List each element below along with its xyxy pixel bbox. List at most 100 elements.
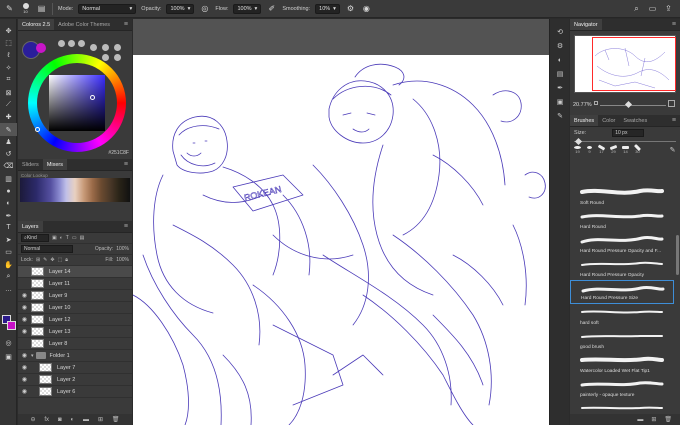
adjustments-icon[interactable]: ◐ [550,53,570,67]
fill-value[interactable]: 100% [116,257,129,263]
link-icon[interactable]: ⊖ [30,416,35,423]
mini-control-icon[interactable] [58,40,65,47]
mini-control-icon[interactable] [114,44,121,51]
eraser-tool-icon[interactable]: ⌫ [0,160,17,172]
move-tool-icon[interactable]: ✥ [0,25,17,37]
tab-sliders[interactable]: Sliders [18,159,43,170]
brush-settings-icon[interactable]: ✎ [668,146,677,154]
panel-menu-icon[interactable]: ≡ [120,159,132,170]
pressure-opacity-icon[interactable]: ◎ [199,3,210,14]
trash-icon[interactable]: 🗑︎ [112,416,120,423]
trash-icon[interactable]: 🗑︎ [664,416,672,423]
brush-preset-row[interactable]: Hard Round Pressure Opacity [570,256,674,280]
shape-tool-icon[interactable]: ▭ [0,246,17,258]
mini-control-icon[interactable] [102,54,109,61]
adjustment-icon[interactable]: ◐ [71,417,75,423]
layer-row[interactable]: Layer 11 [18,278,132,290]
preset-brush[interactable]: 19 [573,146,582,154]
pen-tool-icon[interactable]: ✒ [0,209,17,221]
eye-icon[interactable]: ◉ [18,376,31,383]
layer-row[interactable]: ◉ Layer 2 [18,374,132,386]
layer-row[interactable]: ◉ Layer 12 [18,314,132,326]
layer-group-row[interactable]: ◉ ▾ Folder 1 [18,350,132,362]
gear-icon[interactable]: ⚙ [345,3,356,14]
brush-list-scrollbar[interactable] [676,235,679,275]
navigator-zoom-value[interactable]: 20.77% [573,102,592,108]
brush-preset-row[interactable]: painterly - opaque texture [570,376,674,400]
history-brush-icon[interactable]: ↺ [0,148,17,160]
stamp-tool-icon[interactable]: ♟ [0,136,17,148]
healing-tool-icon[interactable]: ✚ [0,111,17,123]
brush-preset-row[interactable]: Hard Round Pressure Size [570,280,674,304]
canvas-area[interactable]: ROKEAN [133,19,549,425]
hue-handle[interactable] [35,127,40,132]
tab-swatches[interactable]: Swatches [619,115,651,126]
history-icon[interactable]: ⟲ [550,25,570,39]
path-select-icon[interactable]: ➤ [0,234,17,246]
panel-menu-icon[interactable]: ≡ [120,221,132,232]
size-field[interactable]: 10 px [612,129,645,137]
mini-control-icon[interactable] [114,54,121,61]
layer-row[interactable]: ◉ Layer 6 [18,386,132,398]
brush-preset-row[interactable]: good brush [570,328,674,352]
filter-smart-icon[interactable]: ▤ [80,235,85,241]
lock-paint-icon[interactable]: ✎ [43,257,47,263]
paths-icon[interactable]: ✒ [550,81,570,95]
document-canvas[interactable]: ROKEAN [133,55,549,425]
quick-mask-icon[interactable]: ◎ [0,337,17,349]
filter-adjust-icon[interactable]: ◐ [60,235,63,241]
zoom-tool-icon[interactable]: ⌕ [0,271,17,283]
gradient-tool-icon[interactable]: ▥ [0,173,17,185]
brush-tool-icon[interactable]: ✎ [4,3,15,14]
layer-row[interactable]: ◉ Layer 7 [18,362,132,374]
screen-mode-icon[interactable]: ▣ [0,351,17,363]
filter-pixel-icon[interactable]: ▣ [52,235,57,241]
brush-size-icon[interactable]: 10 [20,3,31,14]
chevron-down-icon[interactable]: ▾ [31,353,34,359]
eye-icon[interactable]: ◉ [18,292,31,299]
preset-brush[interactable]: 17 [597,144,606,154]
mode-select[interactable]: Normal ▾ [78,3,137,14]
tab-color[interactable]: Color [598,115,619,126]
tab-adobe-color-themes[interactable]: Adobe Color Themes [54,19,114,30]
tab-brushes[interactable]: Brushes [570,115,599,126]
mini-control-icon[interactable] [102,44,109,51]
new-layer-icon[interactable]: ⊞ [98,416,103,423]
pressure-size-icon[interactable]: ◉ [361,3,372,14]
eye-icon[interactable]: ◉ [18,364,31,371]
blend-mode-select[interactable]: Normal [21,245,73,253]
marquee-tool-icon[interactable]: ⬚ [0,37,17,49]
lock-pixels-icon[interactable]: ⊞ [36,257,40,263]
hand-tool-icon[interactable]: ✋ [0,259,17,271]
layer-row[interactable]: Layer 8 [18,338,132,350]
quick-select-tool-icon[interactable]: ✧ [0,62,17,74]
tab-mixers[interactable]: Mixers [42,159,68,170]
properties-icon[interactable]: ⚙ [550,39,570,53]
layer-row[interactable]: ◉ Layer 13 [18,326,132,338]
more-tools-icon[interactable]: … [0,283,17,295]
opacity-field[interactable]: 100% ▾ [166,3,195,14]
mask-icon[interactable]: ◙ [58,417,62,423]
preset-brush[interactable]: 9 [585,146,594,154]
channels-icon[interactable]: ▣ [550,95,570,109]
mini-control-icon[interactable] [68,40,75,47]
filter-type-icon[interactable]: T [66,235,69,241]
brush-tool-icon[interactable]: ✎ [0,123,17,136]
layer-row[interactable]: Layer 14 [18,266,132,278]
mini-control-icon[interactable] [78,40,85,47]
zoom-out-icon[interactable] [594,101,598,105]
filter-shape-icon[interactable]: ▭ [72,235,77,241]
lock-move-icon[interactable]: ✥ [50,257,54,263]
navigator-view-box[interactable] [592,37,676,91]
saturation-value-square[interactable] [49,75,105,131]
zoom-slider-handle[interactable] [624,100,633,109]
eye-icon[interactable]: ◉ [18,352,31,359]
crop-tool-icon[interactable]: ⌗ [0,74,17,86]
flow-field[interactable]: 100% ▾ [233,3,262,14]
eye-icon[interactable]: ◉ [18,328,31,335]
hex-value[interactable]: #251C8F [108,150,129,156]
brush-settings-icon[interactable]: ✎ [550,109,570,123]
panel-menu-icon[interactable]: ≡ [668,19,680,30]
brush-preset-row[interactable]: Watercolor Loaded Wet Flat Tip1 [570,352,674,376]
panel-menu-icon[interactable]: ≡ [668,115,680,126]
